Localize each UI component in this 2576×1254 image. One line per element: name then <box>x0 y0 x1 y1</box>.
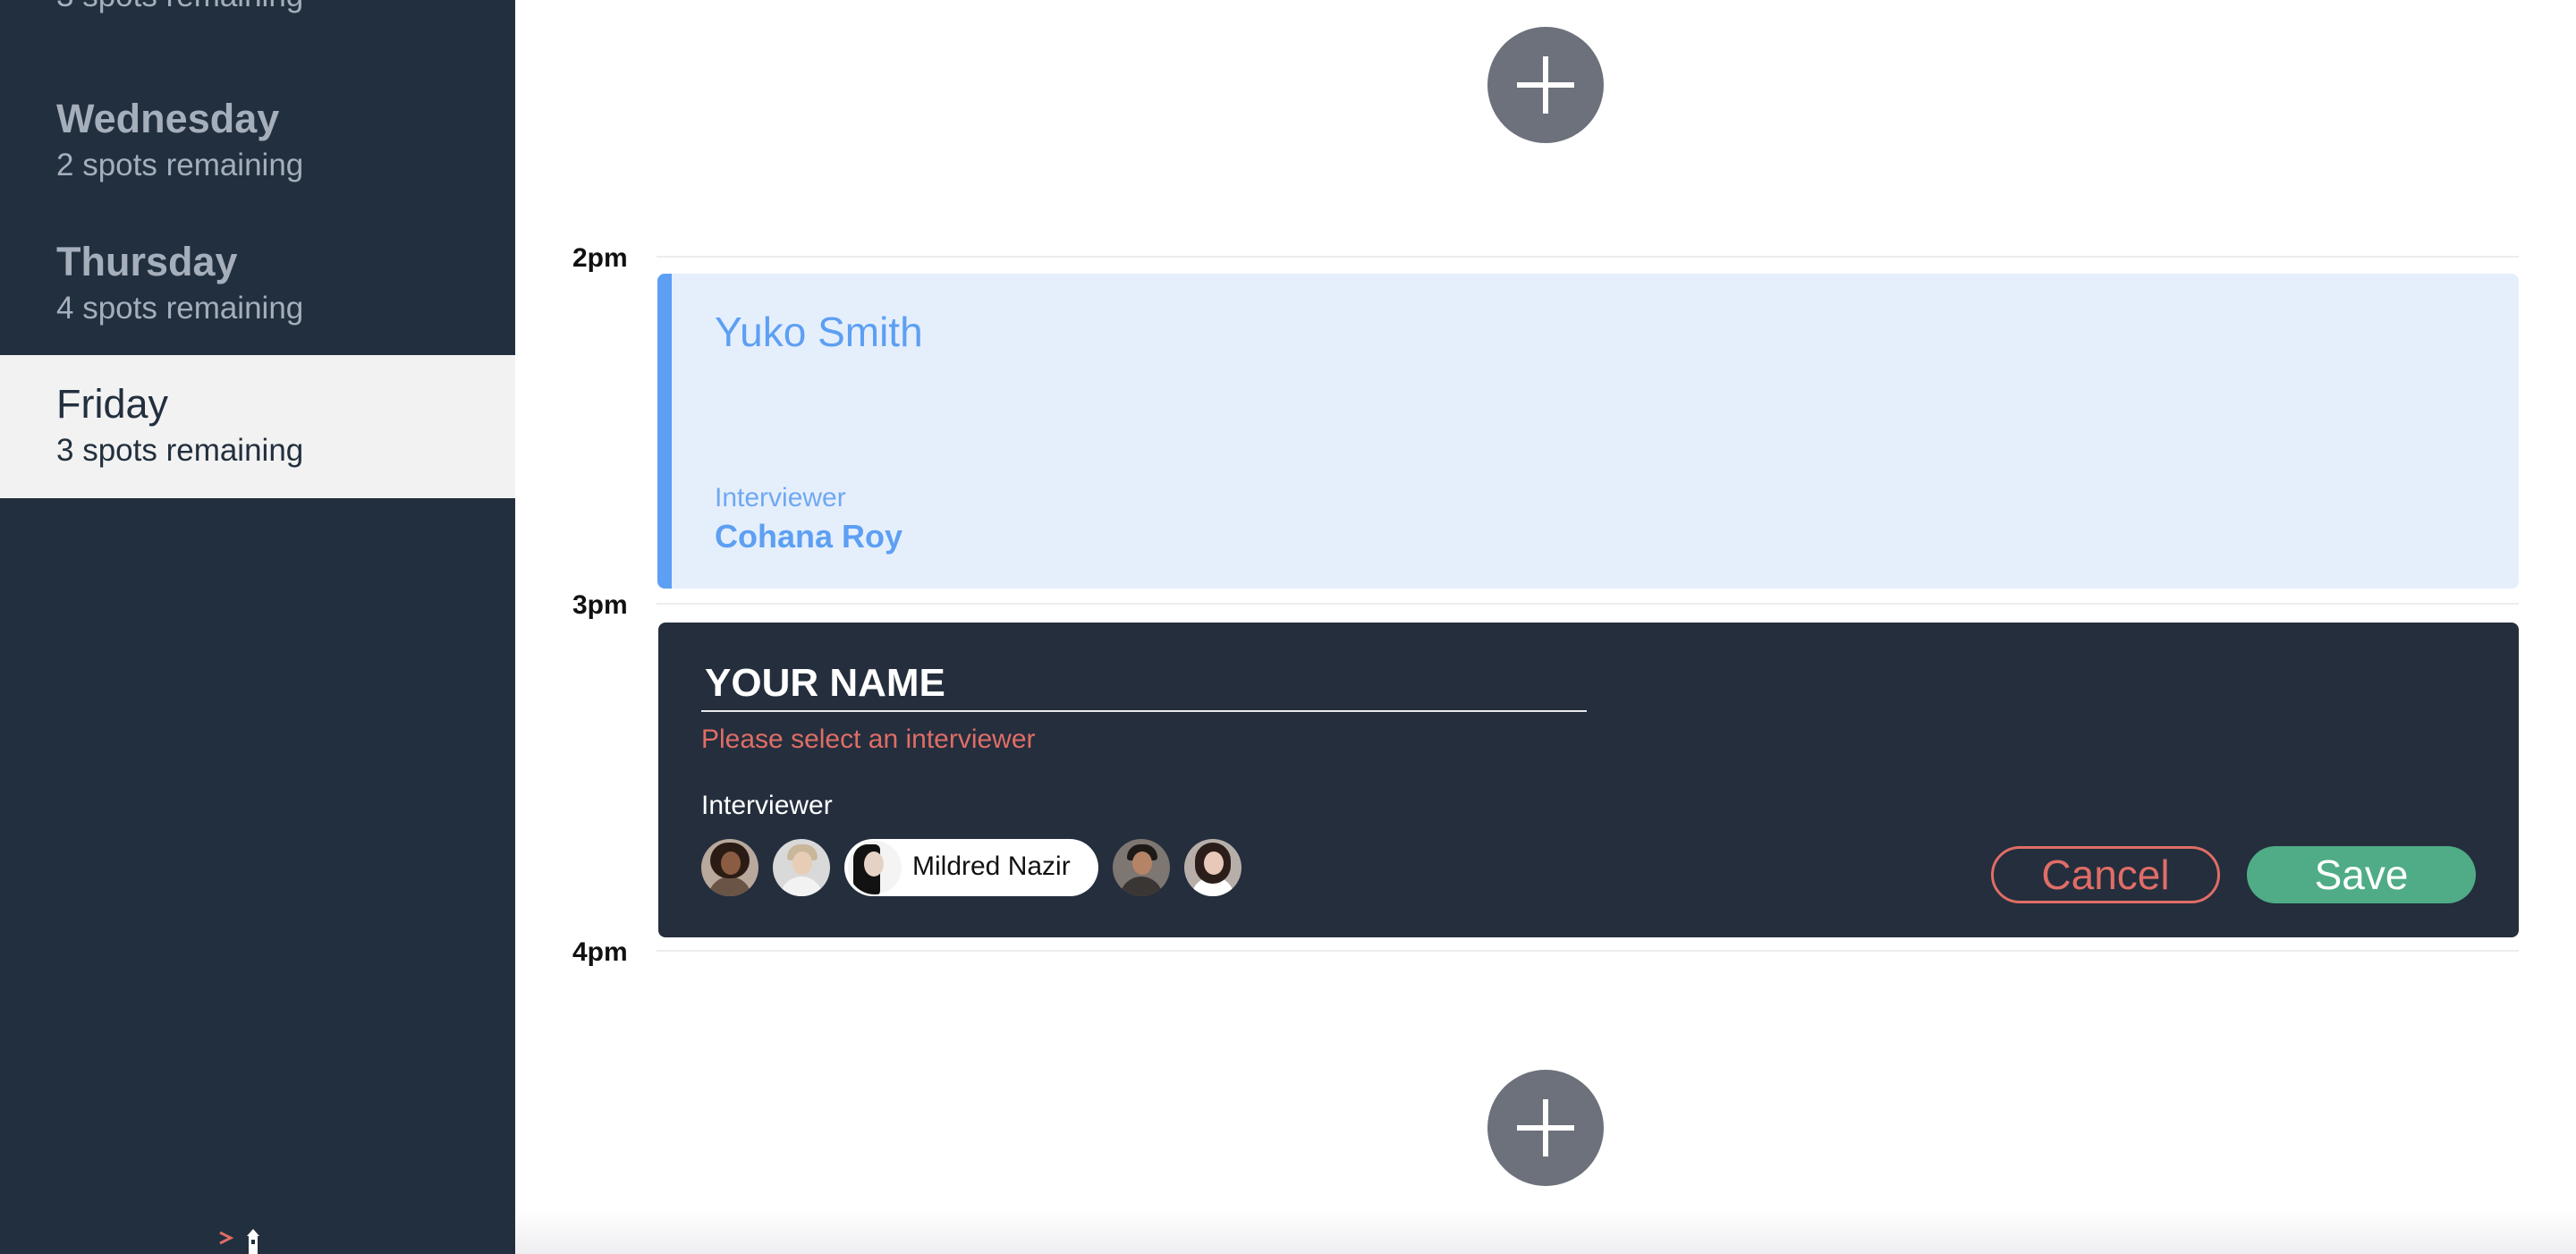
cancel-button[interactable]: Cancel <box>1991 846 2220 903</box>
day-spots: 3 spots remaining <box>56 0 515 12</box>
save-button[interactable]: Save <box>2247 846 2476 903</box>
interviewer-list-label: Interviewer <box>701 791 833 820</box>
bottom-fade <box>515 1209 2576 1254</box>
day-name: Friday <box>56 381 169 427</box>
student-name-input[interactable] <box>701 657 1587 712</box>
day-spots: 3 spots remaining <box>56 433 304 468</box>
appointment-form: Please select an interviewer Interviewer… <box>658 623 2519 937</box>
interviewer-avatar[interactable] <box>1184 839 1241 896</box>
interviewer-avatar <box>848 841 902 894</box>
time-label-2pm: 2pm <box>572 243 628 273</box>
hour-divider <box>657 603 2519 605</box>
sidebar: 3 spots remaining Wednesday 2 spots rema… <box>0 0 515 1254</box>
selected-interviewer[interactable]: Mildred Nazir <box>844 839 1098 896</box>
interviewer-avatar[interactable] <box>701 839 758 896</box>
time-label-4pm: 4pm <box>572 937 628 967</box>
plus-icon <box>1517 1099 1574 1157</box>
appointment-interviewer-label: Interviewer <box>715 483 846 513</box>
time-label-3pm: 3pm <box>572 590 628 620</box>
day-spots: 4 spots remaining <box>56 291 304 326</box>
hour-divider <box>657 256 2519 258</box>
validation-error: Please select an interviewer <box>701 724 1036 754</box>
day-item-wednesday[interactable]: Wednesday 2 spots remaining <box>0 98 515 241</box>
lighthouse-logo-icon <box>219 1229 259 1254</box>
day-item-friday[interactable]: Friday 3 spots remaining <box>0 355 515 498</box>
day-spots: 2 spots remaining <box>56 148 304 182</box>
appointment-student-name: Yuko Smith <box>715 309 923 355</box>
interviewer-avatar[interactable] <box>773 839 830 896</box>
appointment-card: Yuko Smith Interviewer Cohana Roy <box>657 274 2519 589</box>
interviewer-avatar[interactable] <box>1113 839 1170 896</box>
plus-icon <box>1517 56 1574 114</box>
appointment-interviewer-name: Cohana Roy <box>715 518 903 555</box>
day-name: Thursday <box>56 239 238 284</box>
add-appointment-button[interactable] <box>1487 1070 1604 1186</box>
day-name: Wednesday <box>56 96 280 141</box>
add-appointment-button[interactable] <box>1487 27 1604 143</box>
hour-divider <box>657 950 2519 952</box>
selected-interviewer-name: Mildred Nazir <box>912 852 1071 881</box>
